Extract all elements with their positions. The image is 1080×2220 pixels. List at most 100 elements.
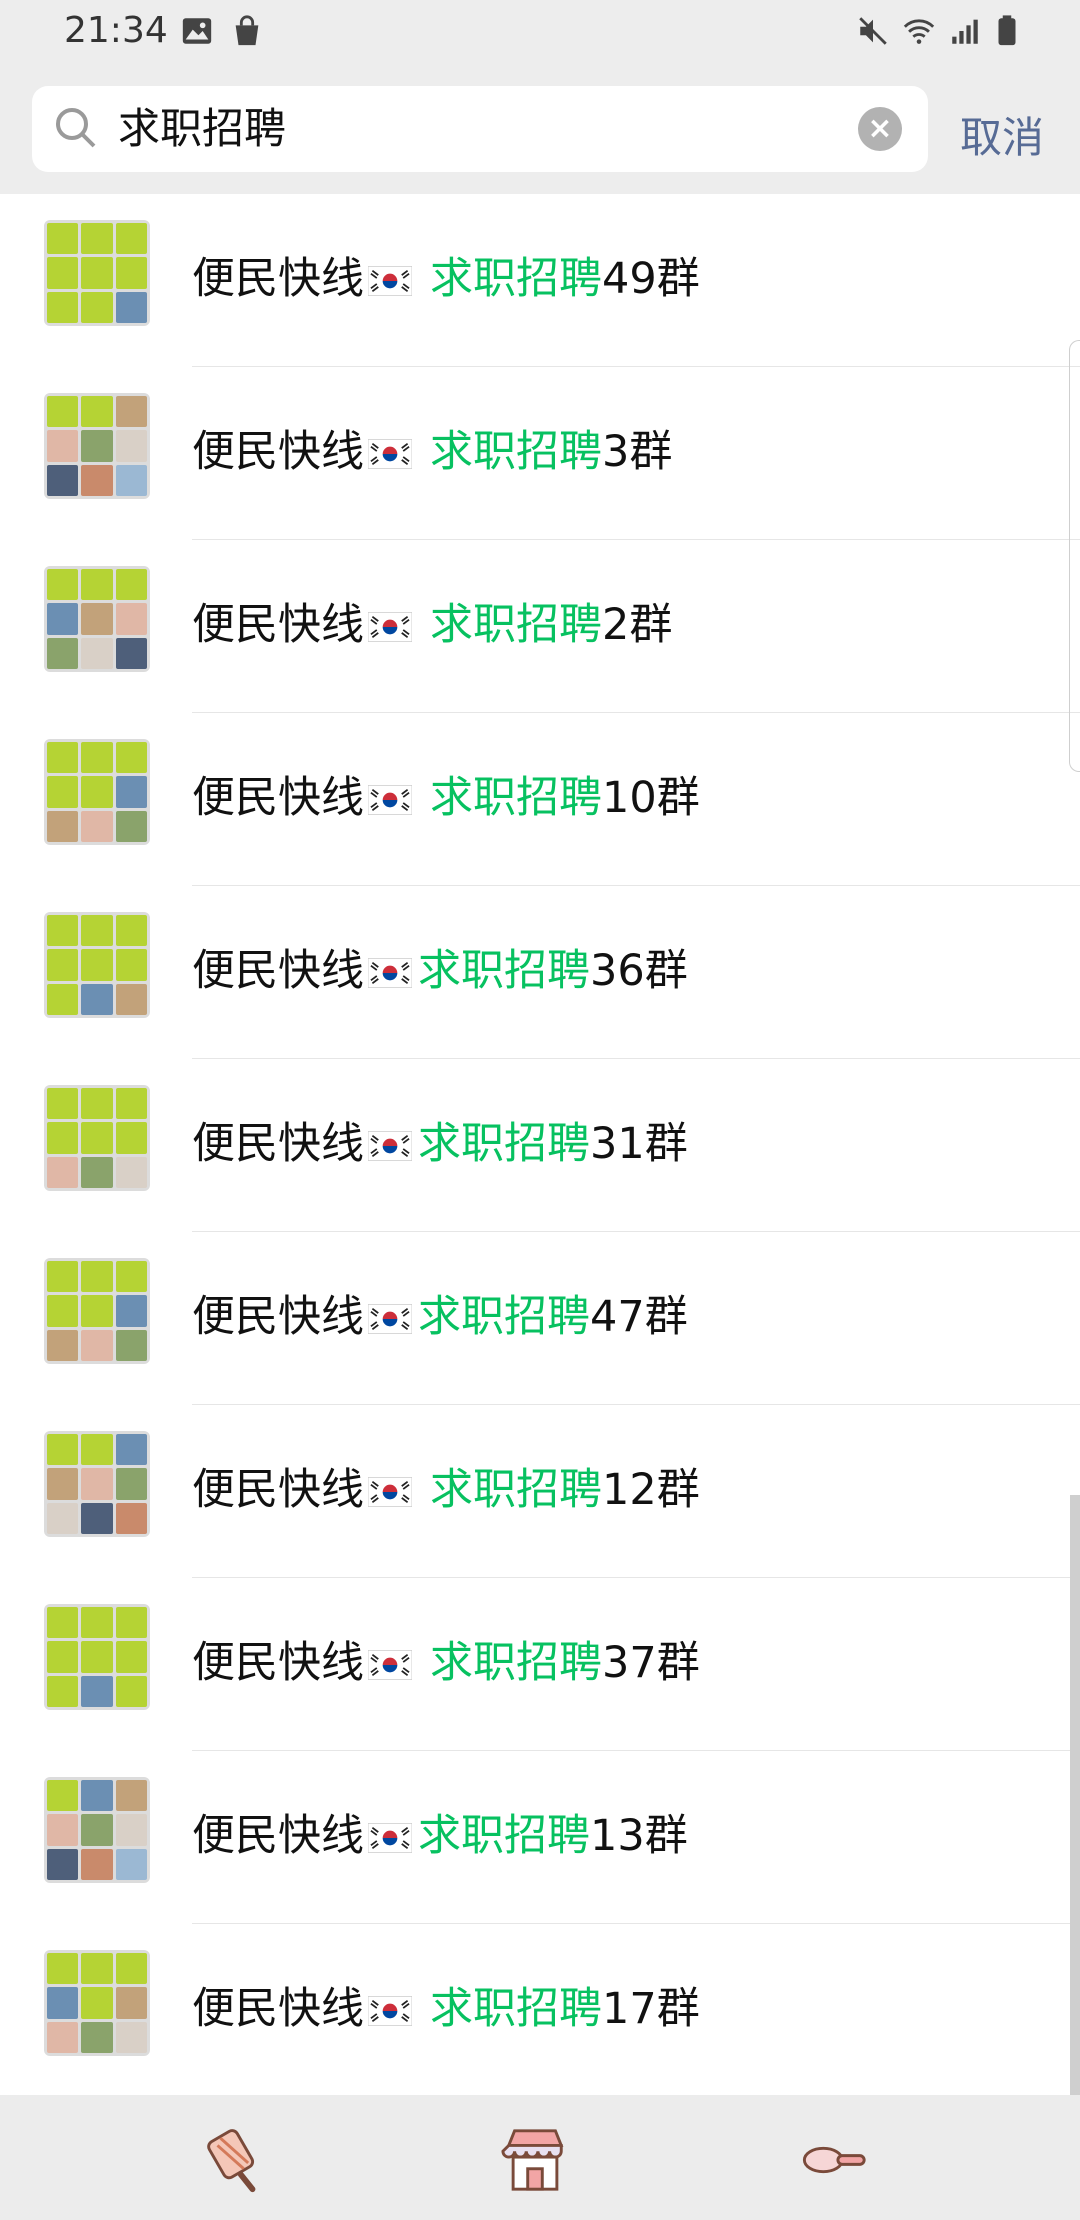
- avatar-tile: [115, 430, 147, 462]
- list-item[interactable]: 便民快线 求职招聘31群: [0, 1059, 1080, 1232]
- list-item[interactable]: 便民快线 求职招聘47群: [0, 1232, 1080, 1405]
- status-time: 21:34: [64, 10, 168, 51]
- avatar-tile: [115, 810, 147, 842]
- group-name-suffix: 31群: [590, 1119, 688, 1169]
- signal-icon: [952, 19, 978, 44]
- list-item[interactable]: 便民快线 求职招聘13群: [0, 1751, 1080, 1924]
- group-avatar: [44, 393, 150, 499]
- keyword-highlight: 求职招聘: [430, 254, 602, 304]
- avatar-tile: [47, 430, 79, 462]
- group-name-suffix: 47群: [590, 1292, 688, 1342]
- avatar-tile: [47, 257, 79, 289]
- avatar-tile: [81, 1156, 113, 1188]
- avatar-tile: [47, 637, 79, 669]
- korea-flag-icon: [368, 1304, 412, 1334]
- korea-flag-icon: [368, 1650, 412, 1680]
- avatar-tile: [47, 1295, 79, 1327]
- group-title: 便民快线 求职招聘37群: [192, 1628, 700, 1690]
- group-avatar: [44, 912, 150, 1018]
- keyword-highlight: 求职招聘: [430, 1638, 602, 1688]
- avatar-tile: [47, 603, 79, 635]
- group-name-suffix: 36群: [590, 946, 688, 996]
- group-avatar: [44, 1431, 150, 1537]
- avatar-tile: [115, 1156, 147, 1188]
- group-name-prefix: 便民快线: [192, 1292, 364, 1342]
- avatar-tile: [81, 1607, 113, 1639]
- clear-icon[interactable]: ×: [858, 107, 902, 151]
- list-item[interactable]: 便民快线 求职招聘10群: [0, 713, 1080, 886]
- list-item[interactable]: 便民快线 求职招聘36群: [0, 886, 1080, 1059]
- avatar-tile: [115, 569, 147, 601]
- group-title: 便民快线 求职招聘12群: [192, 1455, 700, 1517]
- list-item[interactable]: 便民快线 求职招聘3群: [0, 367, 1080, 540]
- group-name-suffix: 13群: [590, 1811, 688, 1861]
- keyword-highlight: 求职招聘: [430, 600, 602, 650]
- avatar-tile: [115, 1502, 147, 1534]
- keyword-highlight: 求职招聘: [430, 1465, 602, 1515]
- group-name-prefix: 便民快线: [192, 254, 364, 304]
- wifi-icon: [903, 19, 935, 44]
- avatar-tile: [115, 603, 147, 635]
- avatar-tile: [47, 1607, 79, 1639]
- avatar-tile: [115, 983, 147, 1015]
- avatar-tile: [47, 1814, 79, 1846]
- avatar-tile: [115, 1987, 147, 2019]
- group-name-suffix: 12群: [602, 1465, 700, 1515]
- keyword-highlight: 求职招聘: [418, 1119, 590, 1169]
- avatar-tile: [115, 1848, 147, 1880]
- avatar-tile: [81, 1122, 113, 1154]
- group-avatar: [44, 220, 150, 326]
- avatar-tile: [47, 223, 79, 255]
- avatar-tile: [47, 983, 79, 1015]
- list-item[interactable]: 便民快线 求职招聘12群: [0, 1405, 1080, 1578]
- keyword-highlight: 求职招聘: [418, 1292, 590, 1342]
- korea-flag-icon: [368, 612, 412, 642]
- avatar-tile: [115, 2021, 147, 2053]
- avatar-tile: [47, 915, 79, 947]
- group-name-prefix: 便民快线: [192, 427, 364, 477]
- avatar-tile: [115, 257, 147, 289]
- avatar-tile: [47, 742, 79, 774]
- avatar-tile: [47, 1088, 79, 1120]
- avatar-tile: [115, 776, 147, 808]
- avatar-tile: [115, 1295, 147, 1327]
- avatar-tile: [115, 1641, 147, 1673]
- avatar-tile: [47, 1987, 79, 2019]
- avatar-tile: [81, 464, 113, 496]
- korea-flag-icon: [368, 785, 412, 815]
- group-title: 便民快线 求职招聘3群: [192, 417, 672, 479]
- group-title: 便民快线 求职招聘13群: [192, 1801, 688, 1863]
- avatar-tile: [81, 257, 113, 289]
- list-item[interactable]: 便民快线 求职招聘17群: [0, 1924, 1080, 2097]
- avatar-tile: [81, 1088, 113, 1120]
- search-input[interactable]: 求职招聘: [118, 86, 858, 172]
- group-avatar: [44, 1950, 150, 2056]
- search-box[interactable]: 求职招聘 ×: [32, 86, 928, 172]
- group-name-suffix: 2群: [602, 600, 673, 650]
- avatar-tile: [115, 949, 147, 981]
- avatar-tile: [115, 1468, 147, 1500]
- group-name-prefix: 便民快线: [192, 600, 364, 650]
- image-icon: [182, 18, 212, 44]
- spoon-icon[interactable]: [800, 2125, 870, 2195]
- avatar-tile: [47, 2021, 79, 2053]
- battery-icon: [998, 15, 1016, 46]
- ice-cream-icon[interactable]: [200, 2125, 270, 2195]
- avatar-tile: [47, 396, 79, 428]
- list-item[interactable]: 便民快线 求职招聘2群: [0, 540, 1080, 713]
- avatar-tile: [47, 1848, 79, 1880]
- store-icon[interactable]: [500, 2125, 570, 2195]
- group-title: 便民快线 求职招聘49群: [192, 244, 700, 306]
- avatar-tile: [47, 291, 79, 323]
- scrollbar-thumb[interactable]: [1070, 1495, 1080, 2095]
- avatar-tile: [81, 1468, 113, 1500]
- cancel-button[interactable]: 取消: [960, 104, 1070, 165]
- list-item[interactable]: 便民快线 求职招聘37群: [0, 1578, 1080, 1751]
- avatar-tile: [47, 776, 79, 808]
- group-name-suffix: 37群: [602, 1638, 700, 1688]
- group-avatar: [44, 739, 150, 845]
- list-item[interactable]: 便民快线 求职招聘49群: [0, 194, 1080, 367]
- avatar-tile: [115, 1329, 147, 1361]
- korea-flag-icon: [368, 1823, 412, 1853]
- avatar-tile: [47, 464, 79, 496]
